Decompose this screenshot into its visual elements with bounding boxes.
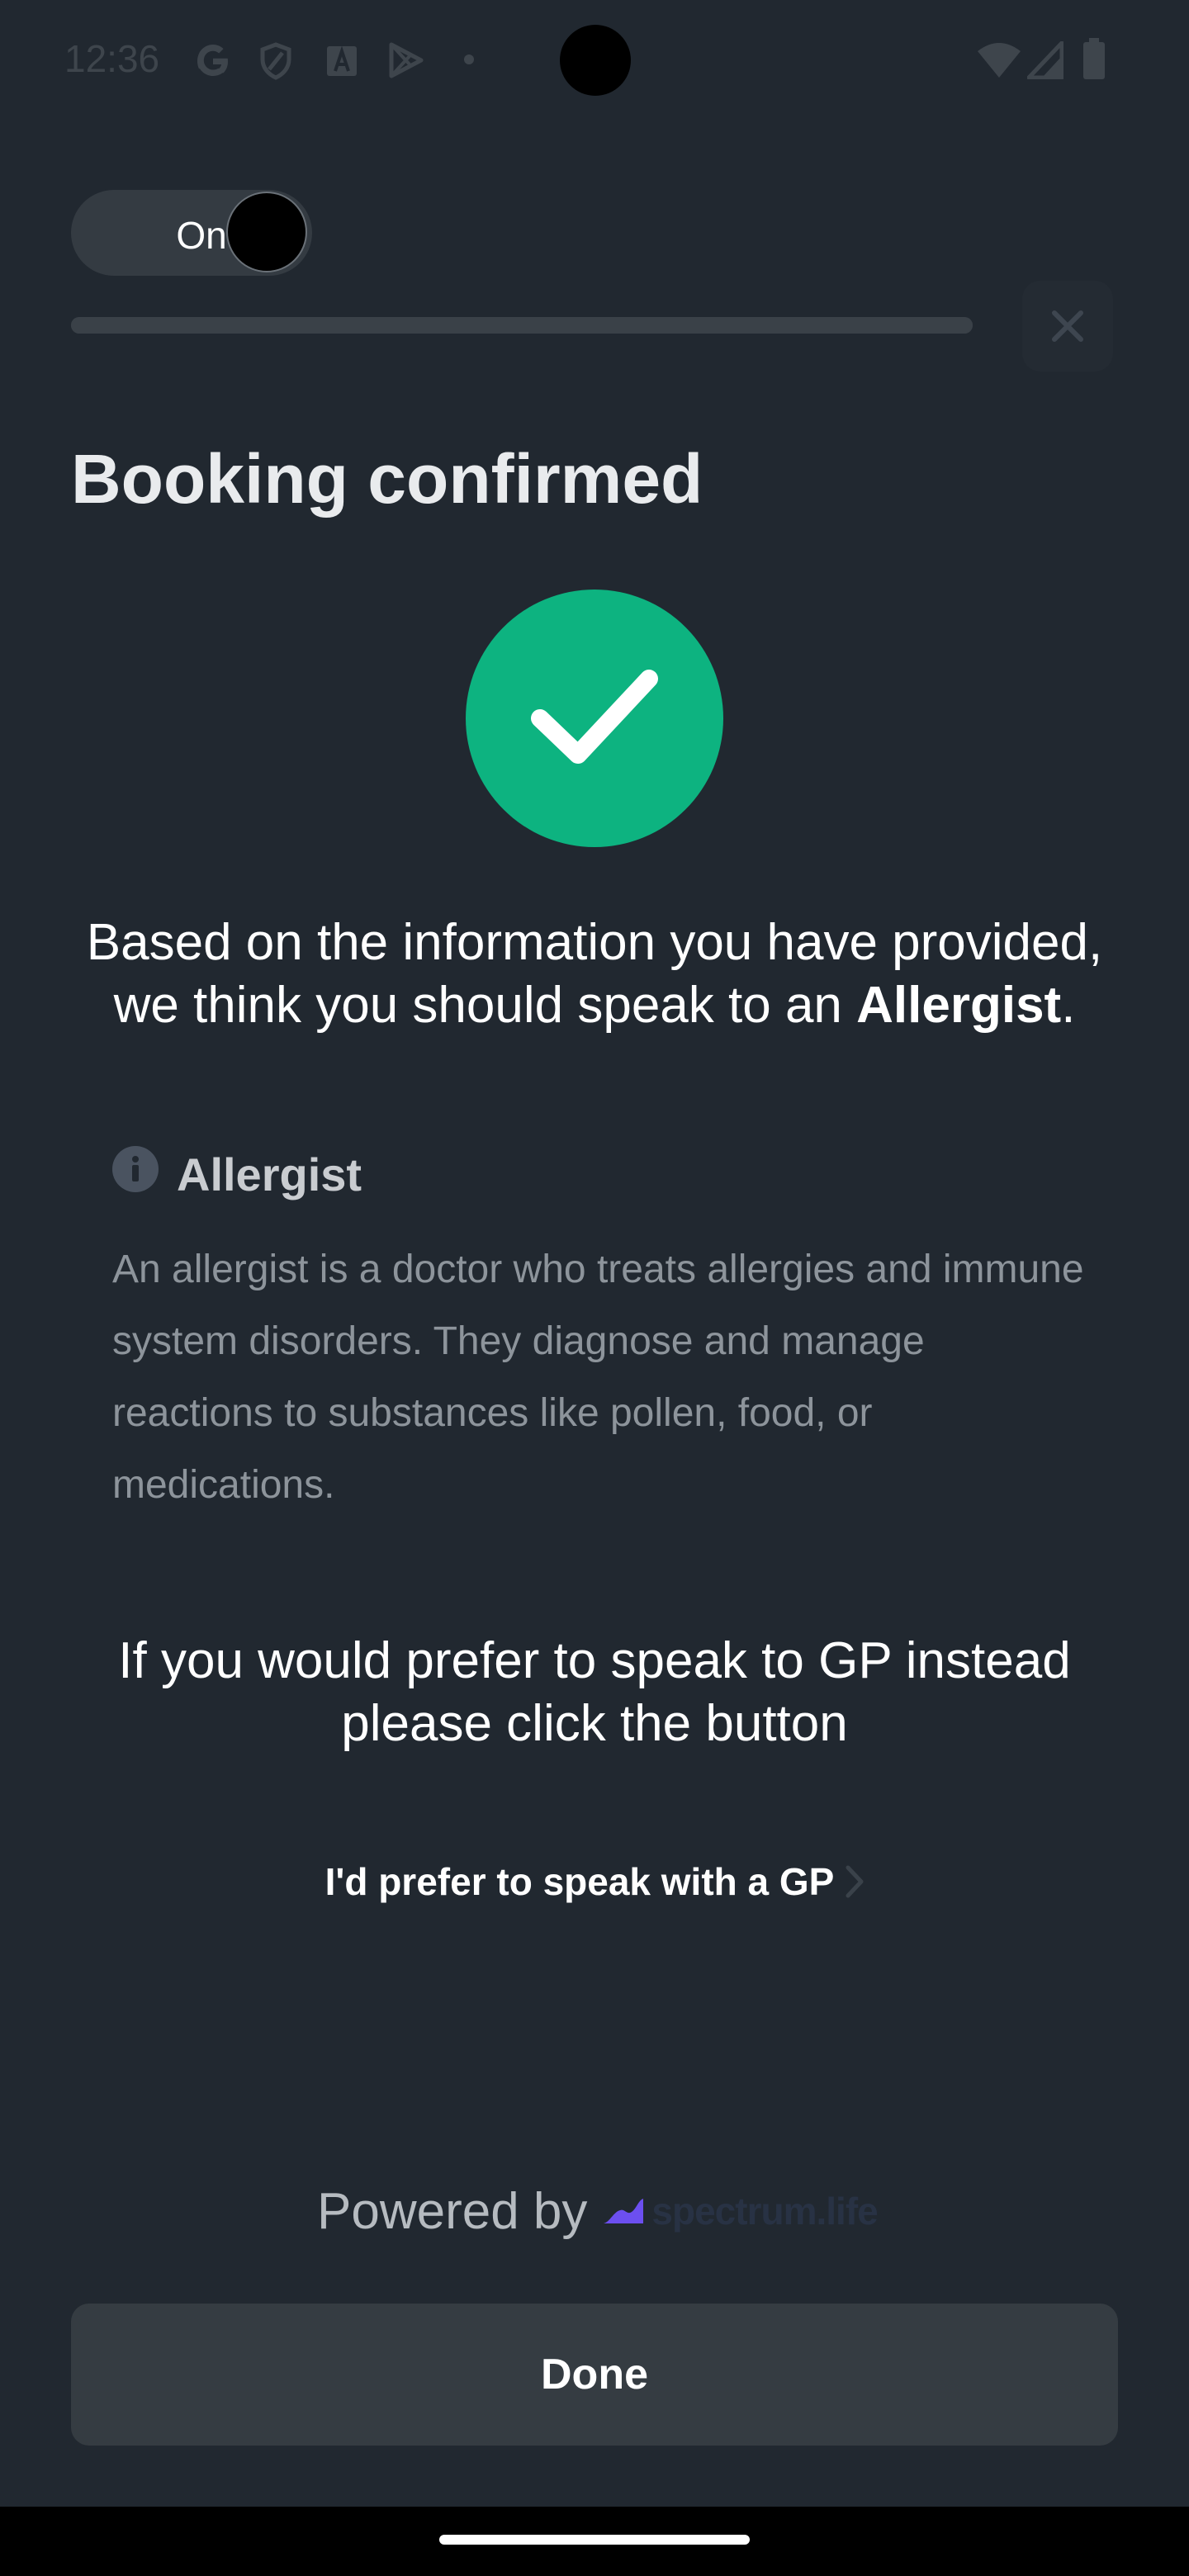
wifi-icon <box>978 43 1021 78</box>
progress-bar <box>71 317 973 334</box>
info-title: Allergist <box>177 1148 362 1200</box>
recommendation-text: Based on the information you have provid… <box>50 912 1139 1037</box>
done-button[interactable]: Done <box>71 2304 1118 2446</box>
page-title: Booking confirmed <box>71 440 703 518</box>
chevron-right-icon <box>846 1865 864 1898</box>
shield-icon <box>260 42 291 80</box>
recommendation-text-end: . <box>1061 977 1076 1034</box>
font-icon <box>327 45 357 76</box>
on-off-toggle[interactable]: On <box>71 190 312 276</box>
powered-by: Powered by spectrum.life <box>317 2178 879 2244</box>
done-button-label: Done <box>541 2351 648 2398</box>
google-icon <box>197 45 228 76</box>
home-indicator[interactable] <box>439 2535 750 2545</box>
powered-by-label: Powered by <box>317 2182 588 2240</box>
progress-fill <box>71 317 973 334</box>
status-bar: 12:36 <box>0 0 1189 119</box>
info-icon <box>112 1146 159 1192</box>
prefer-gp-link-label: I'd prefer to speak with a GP <box>324 1860 835 1903</box>
info-description: An allergist is a doctor who treats alle… <box>112 1248 1084 1507</box>
brand-name: spectrum.life <box>651 2190 878 2233</box>
status-time: 12:36 <box>64 37 160 80</box>
prefer-gp-text: If you would prefer to speak to GP inste… <box>118 1632 1071 1752</box>
prefer-gp-link[interactable]: I'd prefer to speak with a GP <box>322 1853 867 1911</box>
spectrum-logo-icon <box>604 2199 644 2223</box>
camera-cutout <box>560 25 631 96</box>
play-store-icon <box>389 42 424 78</box>
checkmark-icon <box>531 670 658 764</box>
success-check-badge <box>466 590 723 847</box>
close-icon <box>1052 310 1083 342</box>
cell-signal-icon <box>1027 41 1063 79</box>
toggle-knob[interactable] <box>226 192 307 272</box>
battery-icon <box>1083 38 1105 79</box>
info-glyph <box>132 1156 139 1181</box>
dot-icon <box>464 54 474 64</box>
close-button[interactable] <box>1022 281 1113 372</box>
recommended-specialist: Allergist <box>856 977 1062 1034</box>
